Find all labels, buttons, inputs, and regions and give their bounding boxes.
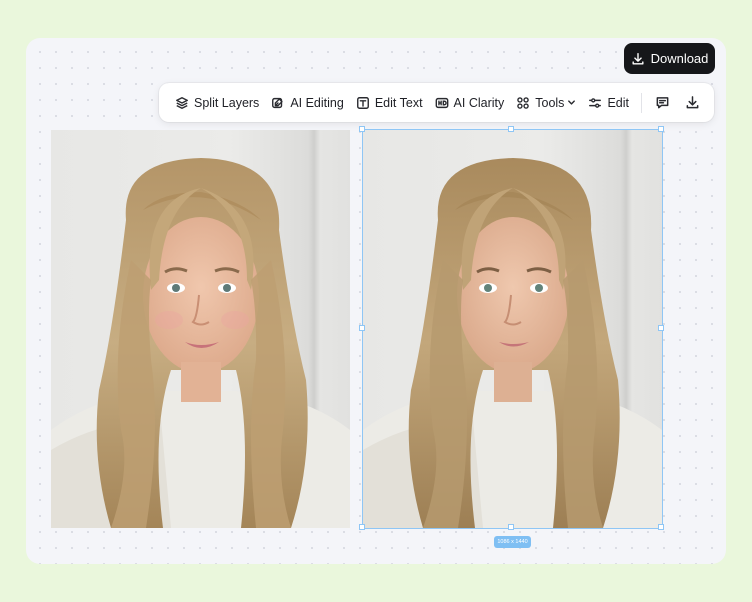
download-button-label: Download xyxy=(650,51,709,66)
download-icon xyxy=(687,96,699,109)
comment-button[interactable] xyxy=(648,88,678,118)
text-icon xyxy=(356,96,369,109)
hd-icon xyxy=(435,97,448,108)
edited-photo[interactable] xyxy=(363,130,662,528)
download-icon xyxy=(632,52,644,65)
toolbar-divider xyxy=(640,92,642,113)
resize-handle-top[interactable] xyxy=(508,126,514,132)
resize-handle-left[interactable] xyxy=(359,325,365,331)
split-layers-button[interactable]: Split Layers xyxy=(169,88,265,118)
tools-label: Tools xyxy=(535,95,565,110)
resize-handle-right[interactable] xyxy=(658,325,664,331)
image-toolbar: Split Layers AI Editing Edit Text AI Cla… xyxy=(159,83,714,122)
sliders-icon xyxy=(589,97,602,108)
comment-icon xyxy=(657,97,669,109)
grid-icon xyxy=(517,96,530,109)
resize-handle-bottom-left[interactable] xyxy=(359,524,365,530)
original-photo[interactable] xyxy=(51,130,350,528)
ai-editing-label: AI Editing xyxy=(290,95,344,110)
resize-handle-top-right[interactable] xyxy=(658,126,664,132)
resize-handle-bottom-right[interactable] xyxy=(658,524,664,530)
edit-adjust-button[interactable]: Edit xyxy=(582,88,635,118)
ai-editing-button[interactable]: AI Editing xyxy=(265,88,350,118)
layers-icon xyxy=(176,96,188,109)
split-layers-label: Split Layers xyxy=(194,95,260,110)
portrait-illustration xyxy=(51,158,350,528)
tools-menu-button[interactable]: Tools xyxy=(510,88,582,118)
portrait-illustration xyxy=(363,158,662,528)
edit-text-button[interactable]: Edit Text xyxy=(350,88,429,118)
resize-handle-bottom[interactable] xyxy=(508,524,514,530)
chevron-down-icon xyxy=(568,100,576,105)
selection-size-badge: 1086 x 1440 xyxy=(494,536,531,548)
ai-clarity-button[interactable]: AI Clarity xyxy=(429,88,511,118)
edit-adjust-label: Edit xyxy=(607,95,629,110)
ai-edit-icon xyxy=(272,97,283,108)
resize-handle-top-left[interactable] xyxy=(359,126,365,132)
ai-clarity-label: AI Clarity xyxy=(453,95,505,110)
edit-text-label: Edit Text xyxy=(374,95,423,110)
download-button[interactable]: Download xyxy=(624,43,715,74)
toolbar-download-button[interactable] xyxy=(678,88,708,118)
